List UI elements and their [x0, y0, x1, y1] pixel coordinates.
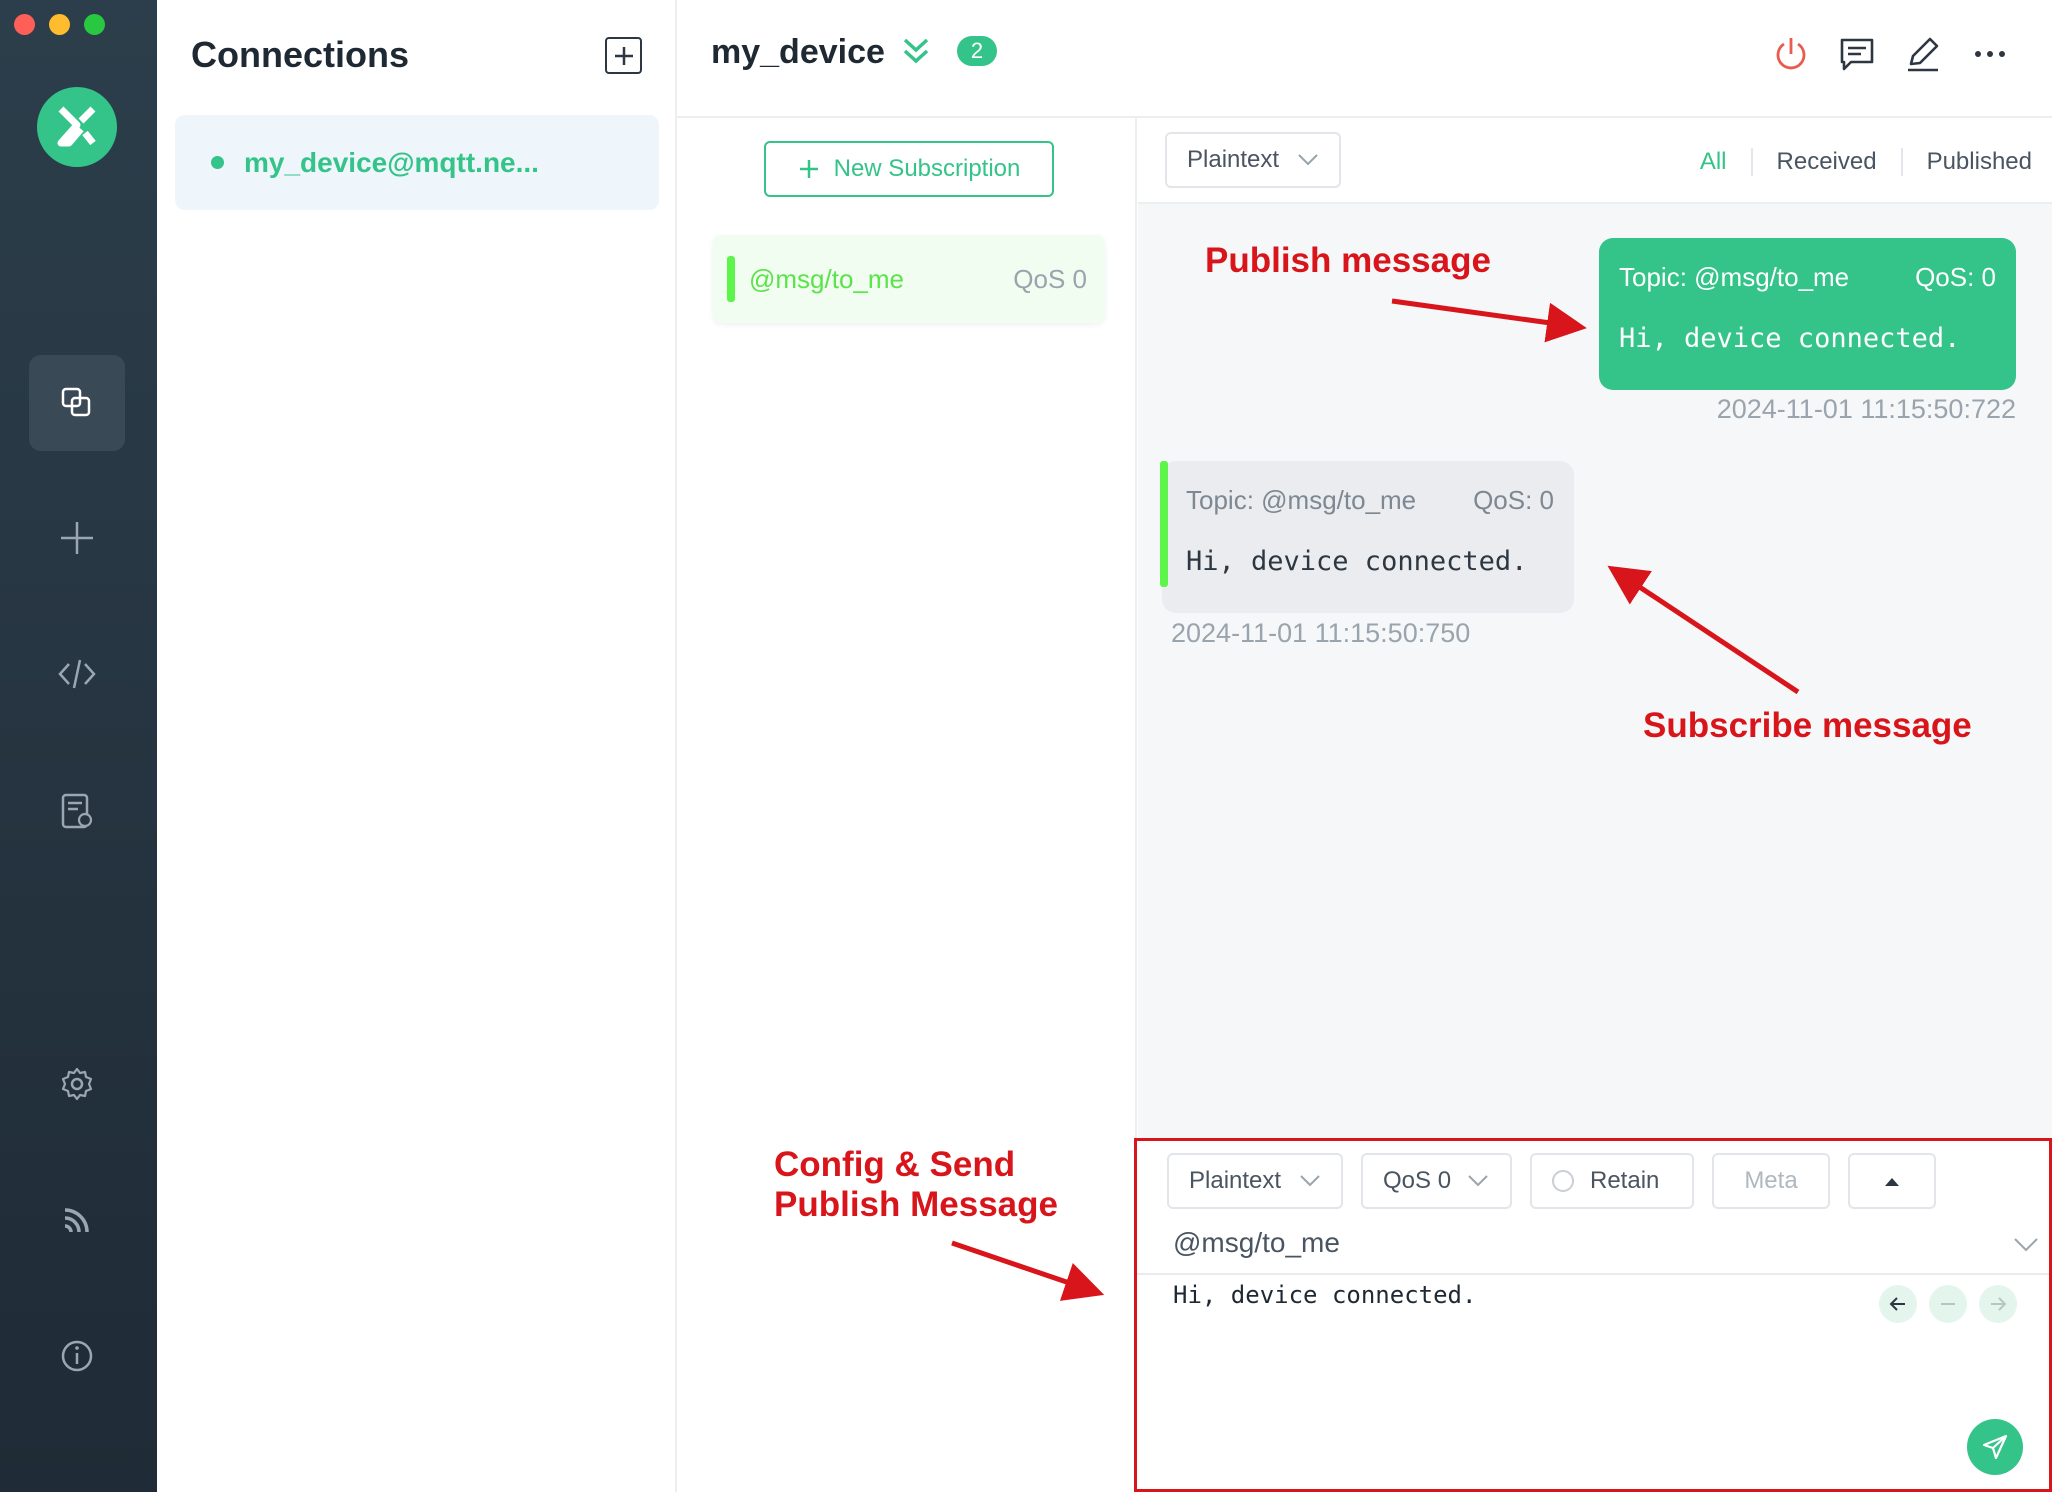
received-message-bubble[interactable]: Topic: @msg/to_me QoS: 0 Hi, device conn… [1160, 461, 1574, 613]
history-clear-button[interactable] [1929, 1285, 1967, 1323]
subscriptions-panel: New Subscription @msg/to_me QoS 0 [677, 118, 1137, 1492]
nav-log-button[interactable] [29, 763, 125, 859]
info-icon [61, 1340, 93, 1372]
window-controls [14, 14, 105, 35]
chevron-down-icon [1300, 1175, 1320, 1187]
arrow-left-icon [1889, 1297, 1905, 1311]
history-back-button[interactable] [1879, 1285, 1917, 1323]
subscription-topic: @msg/to_me [749, 263, 904, 294]
more-icon[interactable] [1970, 34, 2010, 74]
send-button[interactable] [1967, 1419, 2023, 1475]
chevron-down-icon [1298, 154, 1318, 166]
message-timestamp: 2024-11-01 11:15:50:750 [1171, 618, 1471, 648]
annotation-config-line2: Publish Message [774, 1185, 1058, 1224]
meta-button[interactable]: Meta [1712, 1153, 1830, 1209]
message-topic: Topic: @msg/to_me [1619, 262, 1850, 292]
connection-item[interactable]: my_device@mqtt.ne... [175, 115, 659, 210]
tab-all[interactable]: All [1676, 148, 1751, 176]
radio-circle-icon [1552, 1170, 1574, 1192]
connections-icon [61, 387, 91, 417]
tab-received[interactable]: Received [1753, 148, 1901, 176]
annotation-config-line1: Config & Send [774, 1145, 1016, 1184]
nav-settings-button[interactable] [29, 1036, 125, 1132]
received-color-bar [1160, 461, 1168, 587]
arrow-right-icon [1991, 1297, 2007, 1311]
device-title: my_device [711, 33, 885, 71]
subscription-qos: QoS 0 [1013, 263, 1087, 294]
plus-icon [799, 160, 818, 178]
chevron-down-icon [1468, 1175, 1488, 1187]
nav-script-button[interactable] [29, 626, 125, 722]
connections-title: Connections [191, 34, 410, 75]
mqttx-app: Connections my_device@mqtt.ne... my_devi… [0, 0, 2052, 1492]
message-payload: Hi, device connected. [1619, 323, 1961, 354]
log-icon [61, 793, 93, 829]
nav-about-button[interactable] [29, 1308, 125, 1404]
plus-icon [614, 46, 633, 65]
published-message-bubble[interactable]: Topic: @msg/to_me QoS: 0 Hi, device conn… [1599, 238, 2016, 390]
messages-toolbar: Plaintext All Received Published [1138, 118, 2052, 204]
new-subscription-button[interactable]: New Subscription [764, 141, 1054, 197]
message-filter-tabs: All Received Published [1676, 148, 2032, 176]
send-icon [1982, 1434, 2008, 1460]
connections-panel: Connections my_device@mqtt.ne... [157, 0, 677, 1492]
payload-format-select[interactable]: Plaintext [1165, 132, 1341, 188]
new-subscription-label: New Subscription [833, 155, 1021, 182]
message-qos: QoS: 0 [1473, 485, 1554, 515]
annotation-subscribe: Subscribe message [1643, 706, 1972, 745]
connection-header: my_device 2 [677, 0, 2052, 118]
annotation-publish: Publish message [1205, 241, 1491, 280]
meta-label: Meta [1744, 1167, 1798, 1194]
nav-connections-button[interactable] [29, 355, 125, 451]
subscription-color-bar [727, 256, 735, 302]
code-icon [58, 659, 96, 689]
zoom-window-button[interactable] [84, 14, 105, 35]
chat-icon[interactable] [1837, 34, 1877, 74]
payload-format-value: Plaintext [1187, 146, 1280, 173]
publish-options: Plaintext QoS 0 Retain Meta [1167, 1153, 1936, 1209]
minus-icon [1941, 1303, 1955, 1305]
minimize-window-button[interactable] [49, 14, 70, 35]
publish-topic-input[interactable]: @msg/to_me [1173, 1227, 1340, 1259]
retain-label: Retain [1590, 1167, 1660, 1194]
retain-checkbox[interactable]: Retain [1530, 1153, 1694, 1209]
qos-value: QoS 0 [1383, 1167, 1452, 1194]
message-qos: QoS: 0 [1915, 262, 1996, 292]
nav-feed-button[interactable] [29, 1172, 125, 1268]
divider [1137, 1273, 2049, 1275]
publish-format-value: Plaintext [1189, 1167, 1282, 1194]
chevron-down-icon[interactable] [2013, 1237, 2039, 1253]
plus-icon [61, 522, 93, 554]
add-connection-button[interactable] [605, 37, 642, 74]
nav-rail [0, 0, 157, 1492]
power-icon[interactable] [1771, 34, 1811, 74]
chevron-double-down-icon[interactable] [899, 34, 933, 68]
message-payload: Hi, device connected. [1186, 546, 1528, 577]
edit-icon[interactable] [1903, 34, 1943, 74]
qos-select[interactable]: QoS 0 [1361, 1153, 1512, 1209]
close-window-button[interactable] [14, 14, 35, 35]
history-forward-button[interactable] [1979, 1285, 2017, 1323]
message-timestamp: 2024-11-01 11:15:50:722 [1716, 394, 2016, 424]
rss-icon [64, 1208, 89, 1233]
nav-new-connection-button[interactable] [29, 490, 125, 586]
collapse-button[interactable] [1848, 1153, 1936, 1209]
message-count-badge: 2 [957, 36, 997, 66]
tab-published[interactable]: Published [1903, 148, 2032, 176]
connection-name: my_device@mqtt.ne... [244, 146, 539, 178]
status-dot [211, 156, 224, 169]
gear-icon [61, 1067, 93, 1101]
message-topic: Topic: @msg/to_me [1186, 485, 1417, 515]
subscription-item[interactable]: @msg/to_me QoS 0 [713, 235, 1105, 323]
caret-up-icon [1885, 1178, 1899, 1186]
annotation-config: Config & Send Publish Message [774, 1145, 1058, 1225]
app-logo-icon [37, 87, 117, 167]
publish-format-select[interactable]: Plaintext [1167, 1153, 1343, 1209]
publish-panel: Plaintext QoS 0 Retain Meta @msg/to_me H… [1134, 1138, 2052, 1492]
publish-payload-editor[interactable]: Hi, device connected. [1173, 1281, 1476, 1309]
